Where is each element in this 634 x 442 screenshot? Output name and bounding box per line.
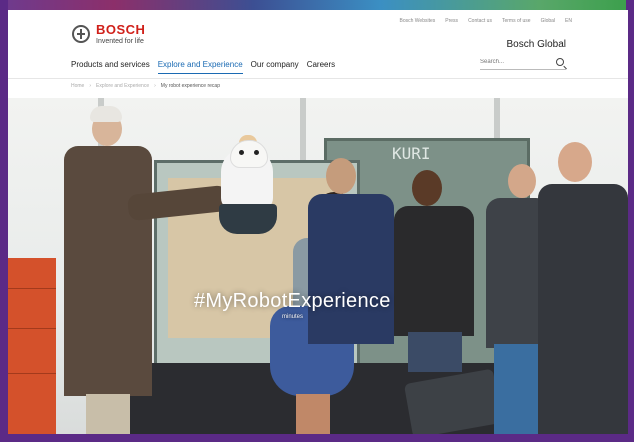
person-tshirt-head xyxy=(412,170,442,206)
person-elder-trousers xyxy=(86,394,130,434)
person-tshirt-body xyxy=(394,206,474,336)
nav-careers[interactable]: Careers xyxy=(307,60,335,74)
person-elder-coat xyxy=(64,146,152,396)
breadcrumb: Home › Explore and Experience › My robot… xyxy=(71,83,220,89)
locker-divider xyxy=(8,288,56,289)
util-link-terms[interactable]: Terms of use xyxy=(502,18,531,24)
nav-our-company[interactable]: Our company xyxy=(251,60,299,74)
chalkboard-text: KURI xyxy=(392,144,431,163)
nav-explore-experience[interactable]: Explore and Experience xyxy=(157,60,243,74)
person-bald-suit xyxy=(538,184,628,434)
nav-products-services[interactable]: Products and services xyxy=(71,60,150,74)
robot-face xyxy=(230,140,268,168)
locker-divider xyxy=(8,373,56,374)
person-elder-hair xyxy=(90,106,122,122)
brand-name: BOSCH xyxy=(96,22,146,37)
breadcrumb-separator-icon: › xyxy=(89,83,92,89)
breadcrumb-explore[interactable]: Explore and Experience xyxy=(96,83,149,89)
frame-top-strip xyxy=(0,0,634,10)
bosch-logo[interactable]: BOSCH Invented for life xyxy=(72,23,145,45)
breadcrumb-separator-icon: › xyxy=(154,83,156,89)
robot-base xyxy=(219,204,277,234)
search-box[interactable] xyxy=(480,57,566,70)
bosch-armature-icon xyxy=(72,25,90,43)
robot-eye xyxy=(239,150,244,155)
web-page: BOSCH Invented for life Bosch Websites P… xyxy=(8,10,628,434)
hero-hashtag: #MyRobotExperience xyxy=(194,290,391,312)
hero-subtitle: minutes xyxy=(282,314,304,320)
brand-tagline: Invented for life xyxy=(96,38,144,45)
frame-left-border xyxy=(0,0,8,442)
brand-text: BOSCH Invented for life xyxy=(96,23,145,45)
orange-lockers xyxy=(8,258,56,434)
person-beard-head xyxy=(326,158,356,194)
main-nav: Products and services Explore and Experi… xyxy=(71,60,335,74)
person-cardigan-head xyxy=(508,164,536,198)
person-bald-head xyxy=(558,142,592,182)
util-link-websites[interactable]: Bosch Websites xyxy=(400,18,436,24)
site-name: Bosch Global xyxy=(506,39,566,50)
header-divider xyxy=(8,78,628,79)
person-tshirt-jeans xyxy=(408,332,462,372)
breadcrumb-home[interactable]: Home xyxy=(71,83,84,89)
utility-nav: Bosch Websites Press Contact us Terms of… xyxy=(400,18,572,24)
locker-divider xyxy=(8,328,56,329)
search-icon[interactable] xyxy=(556,58,564,66)
language-selector[interactable]: EN xyxy=(565,18,572,24)
breadcrumb-current: My robot experience recap xyxy=(160,83,220,89)
hero-image[interactable]: KURI #MyRobotExperience minutes xyxy=(8,98,628,434)
person-cardigan-jeans xyxy=(494,344,544,434)
search-input[interactable] xyxy=(480,57,550,65)
util-link-global[interactable]: Global xyxy=(541,18,555,24)
person-beard-suit xyxy=(308,194,394,344)
person-girl-legs xyxy=(296,394,330,434)
util-link-contact[interactable]: Contact us xyxy=(468,18,492,24)
util-link-press[interactable]: Press xyxy=(445,18,458,24)
robot-eye xyxy=(254,150,259,155)
